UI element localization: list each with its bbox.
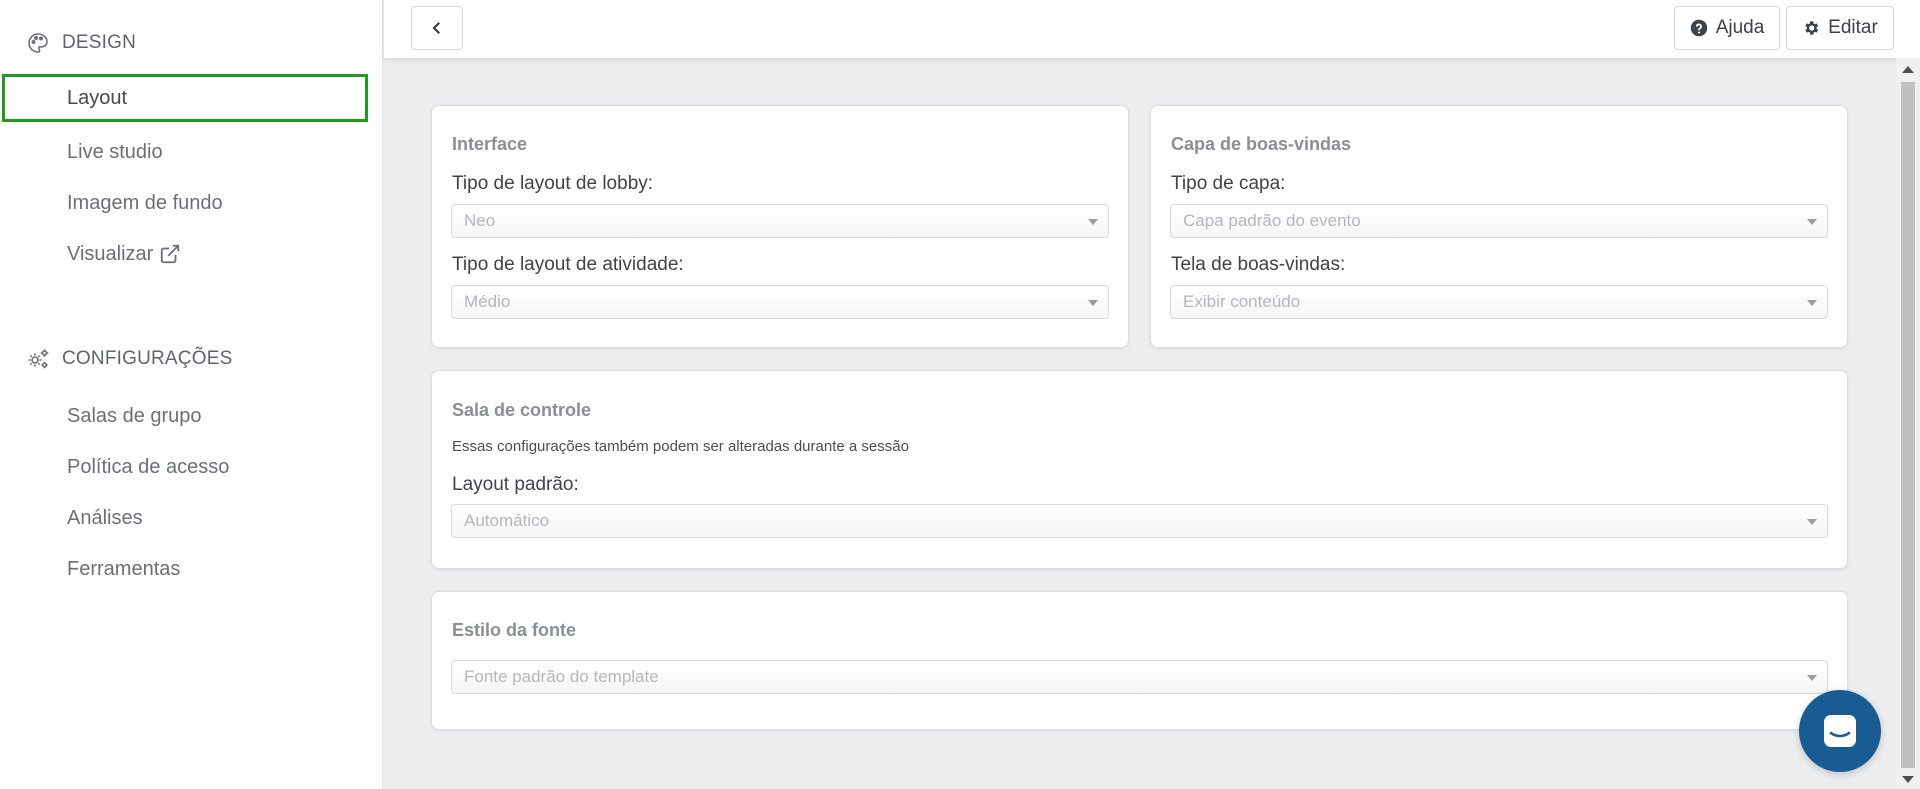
sidebar-item-label: Salas de grupo <box>67 404 202 427</box>
sidebar-item-label: Visualizar <box>67 242 154 265</box>
card-title: Sala de controle <box>452 400 592 420</box>
config-heading-text: CONFIGURAÇÕES <box>62 348 233 369</box>
sidebar: DESIGN Layout Live studio Imagem de fund… <box>0 0 383 789</box>
topbar: Ajuda Editar <box>384 0 1920 58</box>
edit-label: Editar <box>1828 17 1878 38</box>
scroll-thumb[interactable] <box>1901 82 1915 768</box>
interface-card: Interface Tipo de layout de lobby: Neo T… <box>431 105 1129 348</box>
activity-layout-label: Tipo de layout de atividade: <box>452 254 684 275</box>
caret-down-icon <box>1088 219 1098 225</box>
help-label: Ajuda <box>1715 17 1765 38</box>
edit-button[interactable]: Editar <box>1786 6 1894 50</box>
palette-icon <box>28 33 48 53</box>
sidebar-item-preview[interactable]: Visualizar <box>2 230 368 278</box>
font-style-card: Estilo da fonte Fonte padrão do template <box>431 591 1848 730</box>
gear-icon <box>1805 21 1819 35</box>
sidebar-item-tools[interactable]: Ferramentas <box>2 545 368 593</box>
lobby-layout-label: Tipo de layout de lobby: <box>452 173 654 194</box>
back-button[interactable] <box>411 6 463 50</box>
sidebar-item-label: Ferramentas <box>67 557 181 580</box>
default-layout-label: Layout padrão: <box>452 474 579 495</box>
sidebar-item-label: Política de acesso <box>67 455 230 478</box>
lobby-layout-select[interactable]: Neo <box>451 204 1109 238</box>
sidebar-item-label: Análises <box>67 506 143 529</box>
default-layout-select[interactable]: Automático <box>451 504 1828 538</box>
sidebar-item-analytics[interactable]: Análises <box>2 494 368 542</box>
caret-down-icon <box>1807 300 1817 306</box>
gears-icon <box>28 349 49 369</box>
config-section-heading: CONFIGURAÇÕES <box>26 347 232 371</box>
external-link-icon <box>161 244 180 264</box>
caret-down-icon <box>1807 675 1817 681</box>
card-title: Estilo da fonte <box>452 620 577 640</box>
card-title: Capa de boas-vindas <box>1171 134 1352 154</box>
sidebar-item-access-policy[interactable]: Política de acesso <box>2 443 368 491</box>
caret-down-icon <box>1807 519 1817 525</box>
chevron-left-icon <box>432 21 441 35</box>
design-heading-text: DESIGN <box>62 32 137 53</box>
control-room-subtitle: Essas configurações também podem ser alt… <box>452 438 909 455</box>
welcome-screen-select[interactable]: Exibir conteúdo <box>1170 285 1828 319</box>
select-value: Exibir conteúdo <box>1183 292 1301 311</box>
sidebar-item-label: Imagem de fundo <box>67 191 223 214</box>
chat-launcher-button[interactable] <box>1799 690 1881 772</box>
scroll-down-icon[interactable] <box>1902 776 1914 783</box>
chat-icon <box>1824 715 1856 747</box>
sidebar-item-live-studio[interactable]: Live studio <box>2 128 368 176</box>
welcome-screen-label: Tela de boas-vindas: <box>1171 254 1346 275</box>
vertical-scrollbar[interactable] <box>1896 58 1920 789</box>
cover-type-label: Tipo de capa: <box>1171 173 1286 194</box>
font-style-select[interactable]: Fonte padrão do template <box>451 660 1828 694</box>
sidebar-item-group-rooms[interactable]: Salas de grupo <box>2 392 368 440</box>
scroll-up-icon[interactable] <box>1902 66 1914 73</box>
select-value: Médio <box>464 292 511 311</box>
select-value: Capa padrão do evento <box>1183 211 1361 230</box>
caret-down-icon <box>1807 219 1817 225</box>
sidebar-item-background-image[interactable]: Imagem de fundo <box>2 179 368 227</box>
select-value: Fonte padrão do template <box>464 667 659 686</box>
sidebar-item-label: Layout <box>67 86 128 109</box>
card-title: Interface <box>452 134 528 154</box>
select-value: Neo <box>464 211 496 230</box>
sidebar-item-layout[interactable]: Layout <box>2 74 368 122</box>
design-section-heading: DESIGN <box>26 31 136 55</box>
welcome-cover-card: Capa de boas-vindas Tipo de capa: Capa p… <box>1150 105 1848 348</box>
caret-down-icon <box>1088 300 1098 306</box>
select-value: Automático <box>464 511 550 530</box>
question-circle-icon <box>1690 19 1707 37</box>
activity-layout-select[interactable]: Médio <box>451 285 1109 319</box>
control-room-card: Sala de controle Essas configurações tam… <box>431 370 1848 569</box>
help-button[interactable]: Ajuda <box>1674 6 1780 50</box>
sidebar-item-label: Live studio <box>67 140 163 163</box>
cover-type-select[interactable]: Capa padrão do evento <box>1170 204 1828 238</box>
